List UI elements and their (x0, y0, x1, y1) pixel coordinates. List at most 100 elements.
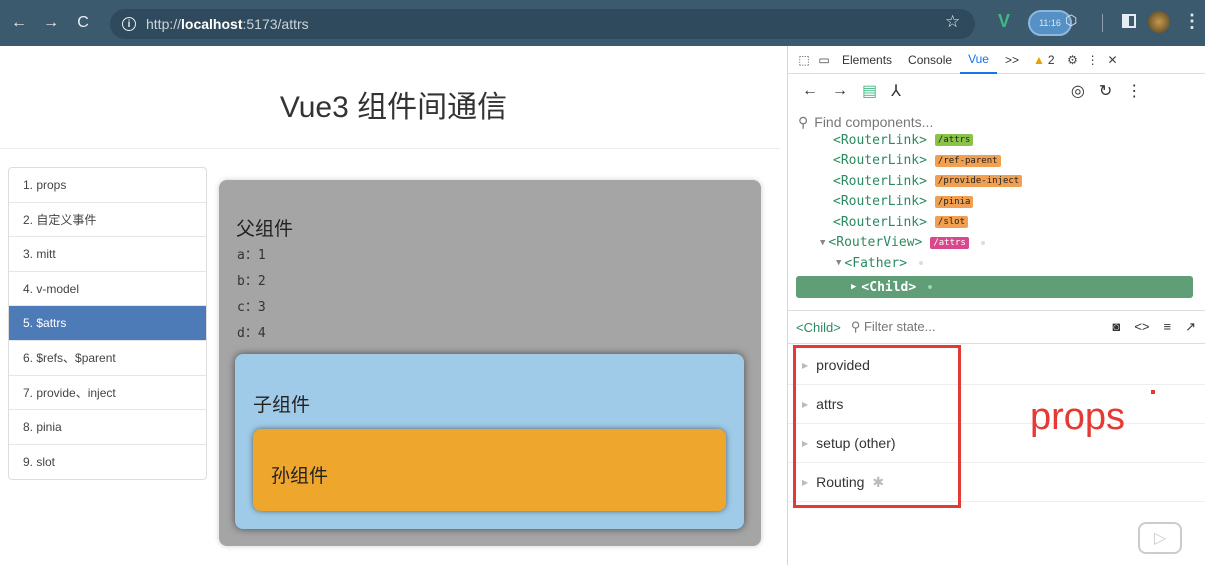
tree-row[interactable]: <RouterLink> /attrs (833, 130, 974, 150)
title-divider (0, 148, 780, 149)
tree-row[interactable]: ▼ <Father> (836, 253, 924, 273)
bookmark-star-icon[interactable]: ☆ (945, 12, 960, 32)
route-tag: /ref-parent (934, 154, 1001, 167)
vue-back-icon[interactable]: ← (802, 82, 818, 100)
nav-item[interactable]: 1. props (9, 168, 206, 203)
tree-row-label: <RouterLink> (833, 173, 927, 189)
more-tabs-button[interactable]: >> (997, 46, 1027, 74)
back-icon[interactable]: ← (6, 10, 32, 36)
selected-component-label: <Child> (861, 279, 917, 295)
child-component-box: 子组件 孙组件 (235, 354, 744, 529)
vue-devtools-extension-icon[interactable]: V (998, 11, 1010, 32)
state-inspector-bar: <Child> ⚲ Filter state... ◙ <> ≡ ↗ (788, 310, 1205, 344)
tree-row[interactable]: <RouterLink> /provide-inject (833, 171, 1023, 191)
tree-row-label: <RouterLink> (833, 214, 927, 230)
tree-row[interactable]: <RouterLink> /pinia (833, 192, 974, 212)
side-panel-icon[interactable] (1122, 14, 1136, 28)
father-title: 父组件 (236, 219, 294, 240)
device-toolbar-icon[interactable]: ▭ (814, 52, 834, 68)
route-tag: /provide-inject (934, 175, 1023, 187)
father-attr-a: a：1 (237, 248, 266, 263)
route-tag: /attrs (934, 134, 974, 146)
tab-console[interactable]: Console (900, 46, 960, 74)
refresh-icon[interactable]: ↻ (1099, 81, 1112, 101)
graph-icon[interactable]: ⅄ (891, 81, 901, 101)
nav-item[interactable]: 4. v-model (9, 272, 206, 307)
collapse-caret-icon[interactable]: ▼ (836, 258, 841, 268)
tree-row[interactable]: ▼ <RouterView> /attrs (820, 233, 985, 253)
grandchild-component-box: 孙组件 (253, 429, 726, 511)
nav-item[interactable]: 3. mitt (9, 237, 206, 272)
tree-row-selected[interactable]: ▶ <Child> (796, 276, 1193, 298)
page-title: Vue3 组件间通信 (279, 91, 508, 124)
search-icon: ⚲ (798, 113, 809, 130)
toolbar-divider (1102, 14, 1103, 32)
annotation-dot (1151, 390, 1155, 394)
father-attr-b: b：2 (237, 274, 266, 289)
close-icon[interactable]: ✕ (1103, 52, 1123, 68)
state-actions: ◙ <> ≡ ↗ (1112, 319, 1196, 335)
tree-row-label: <RouterLink> (833, 194, 927, 209)
vue-forward-icon[interactable]: → (832, 82, 848, 100)
vue-toolbar: ← → ▤ ⅄ ◎ ↻ ⋮ (788, 76, 1205, 106)
selected-indicator-dot (928, 285, 933, 289)
app-page: Vue3 组件间通信 1. props 2. 自定义事件 3. mitt 4. v-m… (0, 46, 787, 565)
eye-icon[interactable]: ◙ (1112, 319, 1120, 335)
extensions-puzzle-icon[interactable]: ⬡ (1065, 12, 1077, 29)
state-component-label: <Child> (796, 319, 841, 335)
vue-menu-icon[interactable]: ⋮ (1126, 81, 1142, 101)
warning-count: 2 (1047, 52, 1055, 67)
nav-item[interactable]: 8. pinia (9, 410, 206, 445)
tab-elements[interactable]: Elements (834, 46, 900, 74)
filter-state-input[interactable]: ⚲ Filter state... (851, 319, 936, 335)
nav-list: 1. props 2. 自定义事件 3. mitt 4. v-model 5. $att… (8, 167, 207, 481)
collapse-icon[interactable]: ≡ (1164, 319, 1172, 335)
tree-row-label: <RouterLink> (833, 153, 927, 168)
expand-caret-icon[interactable]: ▶ (851, 282, 856, 292)
tree-row-label: <RouterLink> (833, 132, 927, 148)
browser-menu-icon[interactable]: ⋮ (1183, 11, 1201, 32)
warning-icon[interactable]: ▲ (1033, 53, 1045, 67)
url-host: localhost (181, 16, 243, 32)
tab-vue[interactable]: Vue (960, 46, 997, 74)
nav-item[interactable]: 9. slot (9, 445, 206, 480)
search-input[interactable]: Find components... (814, 114, 933, 130)
nav-item[interactable]: 6. $refs、$parent (9, 341, 206, 376)
tree-row[interactable]: <RouterLink> /slot (833, 212, 969, 232)
tree-row[interactable]: <RouterLink> /ref-parent (833, 151, 1001, 171)
grandchild-title: 孙组件 (271, 466, 329, 487)
route-tag: /pinia (934, 195, 974, 208)
forward-icon[interactable]: → (38, 10, 64, 36)
indicator-dot (919, 261, 924, 265)
settings-gear-icon[interactable]: ⚙ (1063, 52, 1083, 68)
annotation-highlight-box (793, 345, 961, 508)
father-attr-d: d：4 (237, 326, 266, 341)
indicator-dot (980, 240, 985, 245)
address-bar[interactable]: i http://localhost:5173/attrs (110, 9, 975, 39)
code-icon[interactable]: <> (1134, 319, 1149, 335)
devtools-menu-icon[interactable]: ⋮ (1083, 52, 1103, 68)
collapse-caret-icon[interactable]: ▼ (820, 238, 825, 248)
reload-icon[interactable]: C (70, 10, 96, 36)
tree-row-label: <Father> (844, 255, 908, 271)
browser-toolbar: ← → C i http://localhost:5173/attrs ☆ V … (0, 0, 1205, 46)
father-attr-c: c：3 (237, 300, 266, 315)
info-icon[interactable]: i (122, 17, 136, 31)
video-play-icon[interactable]: ▷ (1138, 522, 1182, 554)
select-component-icon[interactable]: ◎ (1071, 81, 1085, 101)
profile-avatar[interactable] (1148, 11, 1170, 33)
inspect-element-icon[interactable]: ⬚ (794, 52, 814, 68)
component-tree-icon[interactable]: ▤ (862, 81, 877, 101)
component-search[interactable]: ⚲ Find components... (798, 112, 1198, 132)
nav-item[interactable]: 7. provide、inject (9, 376, 206, 411)
url-path: :5173/attrs (242, 16, 309, 32)
nav-item[interactable]: 5. $attrs (9, 306, 206, 341)
filter-placeholder: Filter state... (863, 319, 936, 334)
nav-item[interactable]: 2. 自定义事件 (9, 203, 206, 238)
open-external-icon[interactable]: ↗ (1185, 319, 1196, 335)
tree-row-label: <RouterView> (828, 235, 923, 250)
route-tag: /slot (934, 216, 969, 228)
route-tag: /attrs (930, 236, 969, 249)
child-title: 子组件 (253, 395, 311, 416)
father-component-box: 父组件 a：1 b：2 c：3 d：4 子组件 孙组件 (219, 180, 761, 546)
